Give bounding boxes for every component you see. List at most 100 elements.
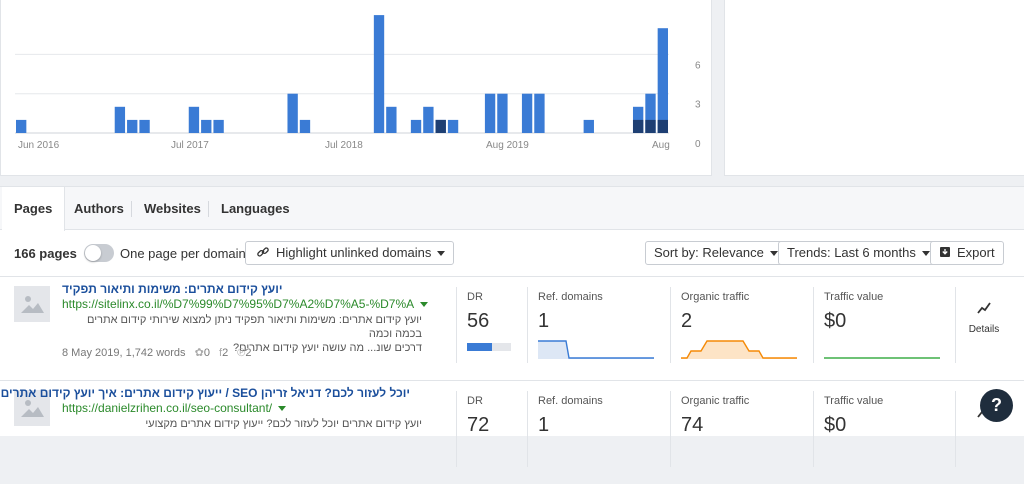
metric-label: Ref. domains (538, 291, 603, 303)
page-url-text: https://sitelinx.co.il/%D7%99%D7%95%D7%A… (62, 297, 415, 311)
chart-panel: 0 3 6 Jun 2016 Jul 2017 Jul 2018 Aug 2019 Aug (0, 0, 712, 176)
metric-label: Organic traffic (681, 395, 750, 407)
chart-bar (16, 119, 27, 133)
metric-label: DR (467, 395, 483, 407)
divider (670, 391, 671, 467)
chevron-down-icon[interactable] (278, 406, 287, 412)
chart-bar (373, 15, 385, 134)
image-placeholder-icon (21, 296, 44, 313)
divider (813, 391, 814, 467)
x-tick-label: Jul 2018 (325, 140, 363, 151)
x-tick-label: Jun 2016 (18, 140, 60, 151)
trend-icon (977, 302, 991, 314)
divider (456, 391, 457, 467)
organic-traffic-sparkline (681, 340, 797, 359)
export-label: Export (957, 245, 995, 260)
chart-bar (447, 119, 459, 133)
link-icon (257, 247, 269, 257)
tab-websites[interactable]: Websites (132, 187, 213, 230)
toggle-knob (85, 245, 101, 261)
word-count: 1,742 words (125, 347, 186, 359)
main-panel: Pages Authors Websites Languages 166 pag… (0, 186, 1024, 467)
sort-dropdown[interactable]: Sort by: Relevance (645, 241, 787, 265)
chart-bar (410, 119, 422, 133)
traffic-value-sparkline (824, 357, 940, 359)
facebook-count: 2 (222, 347, 229, 359)
y-tick-label: 3 (695, 100, 701, 111)
help-button[interactable]: ? (980, 389, 1013, 422)
toolbar: 166 pages One page per domain Highlight … (0, 239, 1024, 269)
chart-bar (139, 119, 150, 133)
tab-bar: Pages Authors Websites Languages (0, 187, 1024, 231)
trends-label: Trends: Last 6 months (787, 245, 916, 260)
divider (527, 391, 528, 467)
chart-bar (213, 119, 224, 133)
chart-bar (287, 93, 298, 133)
tab-authors[interactable]: Authors (62, 187, 136, 230)
y-tick-label: 6 (695, 60, 701, 71)
chart-bar (423, 106, 434, 133)
x-tick-label: Aug (652, 140, 670, 151)
details-button[interactable]: Details (962, 301, 1006, 335)
chevron-down-icon[interactable] (420, 302, 429, 308)
chart-bar (386, 106, 397, 133)
details-label: Details (968, 324, 1000, 335)
divider (527, 287, 528, 363)
table-row: יועץ קידום אתרים: משימות ותיאור תפקיד ht… (0, 276, 1024, 380)
page-title-link[interactable]: יועץ קידום אתרים: משימות ותיאור תפקיד (62, 282, 410, 296)
y-tick-label: 0 (695, 139, 701, 150)
dr-value: 72 (467, 414, 490, 436)
one-page-per-domain-toggle[interactable] (84, 244, 114, 262)
divider (456, 287, 457, 363)
right-panel (724, 0, 1024, 176)
table-row: יוכל לעזור לכם? דניאל זריהן SEO / ייעוץ … (0, 380, 1024, 484)
divider (670, 287, 671, 363)
trends-dropdown[interactable]: Trends: Last 6 months (778, 241, 939, 265)
dr-metric: DR 56 (456, 277, 526, 373)
chart-bar (188, 106, 200, 133)
traffic-value-metric: Traffic value $0 (813, 277, 955, 373)
organic-traffic-metric[interactable]: Organic traffic 2 (670, 277, 812, 373)
organic-traffic-metric[interactable]: Organic traffic 74 (670, 381, 812, 477)
page-title-link[interactable]: יוכל לעזור לכם? דניאל זריהן SEO / ייעוץ … (1, 386, 410, 400)
dr-value: 56 (467, 310, 490, 332)
snippet-line: יועץ קידום אתרים יוכל לעזור לכם? ייעוץ ק… (145, 418, 422, 430)
metric-label: Traffic value (824, 291, 884, 303)
page-snippet: יועץ קידום אתרים יוכל לעזור לכם? ייעוץ ק… (62, 417, 422, 431)
pinterest-count: 2 (245, 347, 252, 359)
traffic-value-value: $0 (824, 310, 847, 332)
chevron-down-icon (921, 251, 930, 257)
pages-over-time-chart: 0 3 6 Jun 2016 Jul 2017 Jul 2018 Aug 2019 Aug (15, 15, 701, 151)
organic-traffic-value: 74 (681, 414, 704, 436)
chevron-down-icon (437, 251, 446, 257)
chart-bar (534, 93, 545, 133)
dr-metric: DR 72 (456, 381, 526, 477)
chart-bar-segment (645, 119, 656, 133)
x-tick-label: Aug 2019 (486, 140, 529, 151)
dr-bar-fill (467, 343, 492, 351)
sort-label: Sort by: Relevance (654, 245, 764, 260)
chart-bar-segment (435, 119, 446, 133)
chevron-down-icon (769, 251, 778, 257)
tab-pages[interactable]: Pages (2, 187, 66, 231)
chart-bar (114, 106, 126, 133)
ref-domains-metric[interactable]: Ref. domains 1 (527, 277, 669, 373)
organic-traffic-value: 2 (681, 310, 693, 332)
tab-languages[interactable]: Languages (209, 187, 302, 230)
export-button[interactable]: Export (930, 241, 1004, 265)
metric-label: DR (467, 291, 483, 303)
chart-bar-segment (632, 119, 644, 133)
divider (813, 287, 814, 363)
chart-bar (497, 93, 508, 133)
page-url-link[interactable]: https://sitelinx.co.il/%D7%99%D7%95%D7%A… (62, 297, 429, 311)
page-url-text: https://danielzrihen.co.il/seo-consultan… (62, 401, 273, 415)
metric-label: Organic traffic (681, 291, 750, 303)
twitter-count: 0 (203, 347, 210, 359)
traffic-value-value: $0 (824, 414, 847, 436)
highlight-unlinked-domains-dropdown[interactable]: Highlight unlinked domains (245, 241, 455, 265)
twitter-icon: ✿ (194, 347, 204, 359)
page-url-link[interactable]: https://danielzrihen.co.il/seo-consultan… (62, 401, 287, 415)
ref-domains-metric[interactable]: Ref. domains 1 (527, 381, 669, 477)
highlight-label: Highlight unlinked domains (276, 245, 432, 260)
ref-domains-sparkline (538, 340, 654, 359)
